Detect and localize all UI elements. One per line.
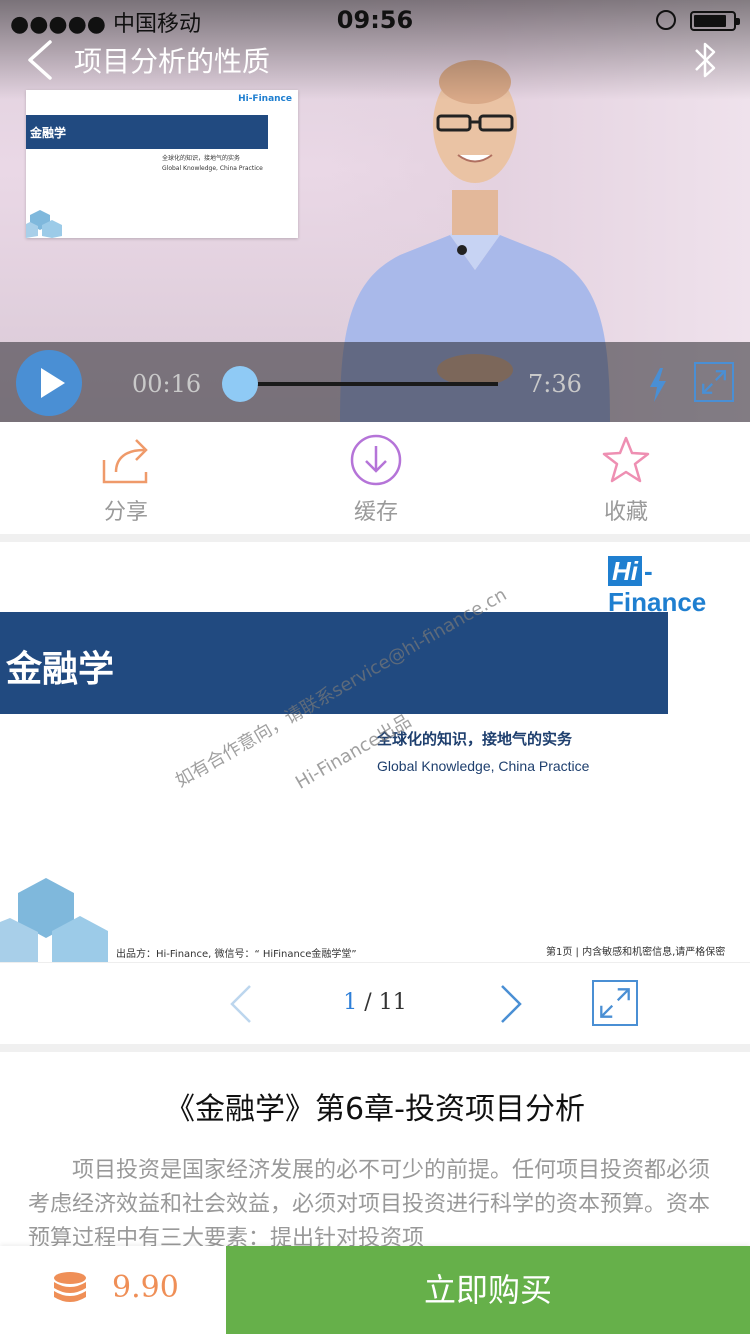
- course-summary: 项目投资是国家经济发展的必不可少的前提。任何项目投资都必须考虑经济效益和社会效益…: [28, 1158, 711, 1250]
- progress-track[interactable]: [242, 382, 498, 386]
- status-bar: ●●●●● 中国移动 09:56: [0, 0, 750, 40]
- video-title: 项目分析的性质: [74, 45, 271, 78]
- play-button[interactable]: [16, 350, 82, 416]
- slide-footer-right: 第1页 | 内含敏感和机密信息,请严格保密: [546, 947, 726, 958]
- divider: [0, 962, 750, 963]
- video-slide-thumbnail: Hi-Finance 金融学 全球化的知识，接地气的实务 Global Know…: [26, 90, 298, 238]
- next-page-button[interactable]: [496, 984, 524, 1024]
- current-page: 1: [343, 990, 358, 1015]
- slide-title: 金融学: [6, 649, 115, 690]
- price: 9.90: [112, 1270, 179, 1305]
- cache-label: 缓存: [353, 500, 398, 525]
- slide-viewer: Hi -Finance 金融学 全球化的知识，接地气的实务 Global Know…: [0, 542, 750, 1044]
- slide-footer-left: 出品方：Hi-Finance, 微信号：“ HiFinance金融学堂”: [116, 949, 357, 960]
- share-button[interactable]: 分享: [46, 422, 206, 534]
- prev-page-button[interactable]: [228, 984, 256, 1024]
- bluetooth-icon[interactable]: [692, 40, 720, 80]
- total-pages: 11: [378, 990, 407, 1015]
- progress-thumb[interactable]: [222, 366, 258, 402]
- clock: 09:56: [336, 6, 414, 34]
- lightning-icon[interactable]: [648, 368, 668, 402]
- duration: 7:36: [528, 370, 582, 398]
- thumb-subtitle-cn: 全球化的知识，接地气的实务: [162, 155, 241, 162]
- player-controls: 00:16 7:36: [0, 342, 750, 422]
- thumb-subtitle-en: Global Knowledge, China Practice: [162, 165, 263, 172]
- thumb-title-band: 金融学: [26, 115, 268, 149]
- video-player[interactable]: ●●●●● 中国移动 09:56 项目分析的性质 Hi-Finance 金融学 …: [0, 0, 750, 422]
- star-icon: [602, 436, 650, 483]
- buy-now-button[interactable]: 立即购买: [226, 1246, 750, 1334]
- thumb-hex-decoration: [26, 210, 62, 238]
- current-time: 00:16: [132, 370, 202, 398]
- slide-watermark-brand: Hi-Finance出品: [292, 710, 416, 794]
- slide-brand-logo: Hi -Finance: [608, 556, 707, 617]
- favorite-button[interactable]: 收藏: [546, 422, 706, 534]
- slide-subtitle-en: Global Knowledge, China Practice: [377, 758, 590, 774]
- download-icon: [350, 434, 402, 486]
- thumb-brand: Hi-Finance: [238, 94, 292, 104]
- thumb-title: 金融学: [30, 126, 67, 140]
- battery-icon: [690, 11, 740, 31]
- share-label: 分享: [103, 500, 148, 525]
- rotation-lock-icon: [656, 10, 676, 30]
- coins-icon: [54, 1272, 86, 1302]
- slide-fullscreen-button[interactable]: [592, 980, 638, 1026]
- course-title: 《金融学》第6章-投资项目分析: [165, 1092, 585, 1127]
- fullscreen-button[interactable]: [694, 362, 734, 402]
- purchase-bar: 9.90 立即购买: [0, 1246, 750, 1334]
- thumb-subtitle: 全球化的知识，接地气的实务 Global Knowledge, China Pr…: [162, 154, 263, 174]
- favorite-label: 收藏: [603, 500, 648, 525]
- share-icon: [102, 439, 148, 484]
- back-button[interactable]: [22, 38, 62, 82]
- cache-button[interactable]: 缓存: [296, 422, 456, 534]
- course-description: 《金融学》第6章-投资项目分析 项目投资是国家经济发展的必不可少的前提。任何项目…: [0, 1052, 750, 1252]
- action-bar: 分享 缓存 收藏: [0, 422, 750, 534]
- page-indicator: 1 / 11: [343, 990, 407, 1015]
- hex-decoration: [0, 878, 108, 962]
